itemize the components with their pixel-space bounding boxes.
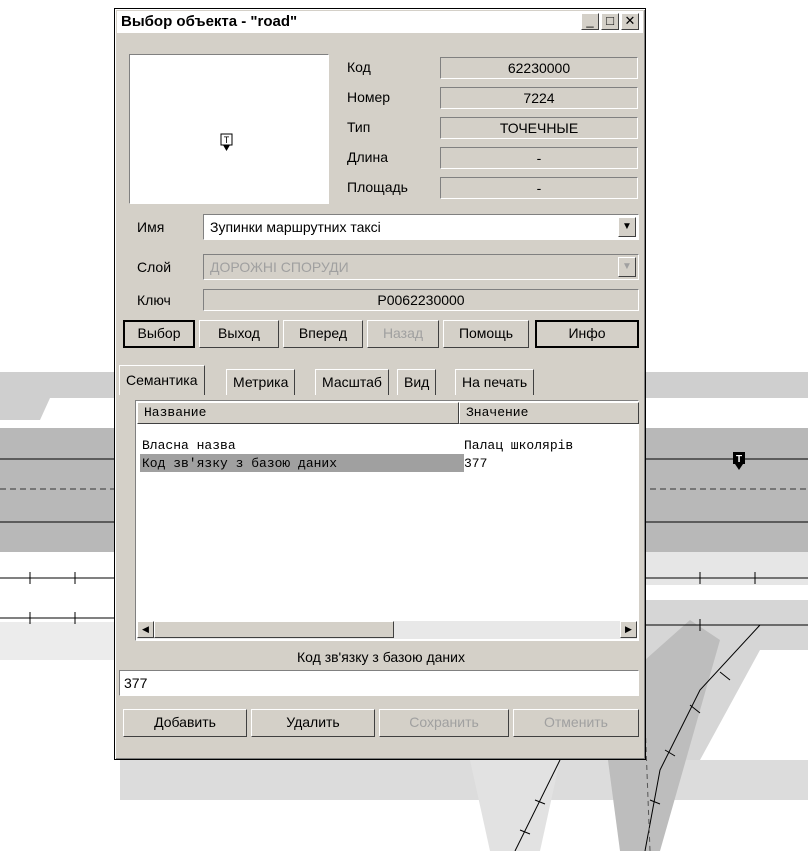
save-button: Сохранить [379,709,509,737]
layer-select-value: ДОРОЖНІ СПОРУДИ [210,259,349,275]
object-marker-icon: T [220,133,233,151]
close-button[interactable]: ✕ [621,13,639,30]
select-button[interactable]: Выбор [123,320,195,348]
type-label: Тип [347,119,371,135]
svg-text:T: T [224,135,230,145]
code-field: 62230000 [440,57,638,79]
key-field: P0062230000 [203,289,639,311]
object-selection-dialog: Выбор объекта - "road" _ □ ✕ T Код 62230… [114,8,646,760]
tab-scale[interactable]: Масштаб [315,369,389,395]
name-label: Имя [137,219,165,235]
title-bar[interactable]: Выбор объекта - "road" _ □ ✕ [117,11,643,33]
area-field: - [440,177,638,199]
tab-view[interactable]: Вид [397,369,437,395]
key-label: Ключ [137,292,171,308]
table-row-value[interactable]: 377 [464,456,487,471]
code-label: Код [347,59,371,75]
help-button[interactable]: Помощь [443,320,529,348]
area-label: Площадь [347,179,408,195]
layer-select: ДОРОЖНІ СПОРУДИ ▼ [203,254,639,280]
add-button[interactable]: Добавить [123,709,247,737]
cancel-button: Отменить [513,709,639,737]
length-label: Длина [347,149,388,165]
name-select[interactable]: Зупинки маршрутних таксі ▼ [203,214,639,240]
info-button[interactable]: Инфо [535,320,639,348]
table-header: Название Значение [137,402,639,424]
window-title: Выбор объекта - "road" [121,13,298,30]
delete-button[interactable]: Удалить [251,709,375,737]
table-row-value[interactable]: Палац школярів [464,438,573,453]
number-field: 7224 [440,87,638,109]
minimize-button[interactable]: _ [581,13,599,30]
column-header-value[interactable]: Значение [459,402,639,424]
svg-text:T: T [736,454,742,465]
number-label: Номер [347,89,391,105]
layer-label: Слой [137,259,172,275]
semantics-table[interactable]: Название Значение Власна назва Палац шко… [135,400,639,641]
tab-semantics[interactable]: Семантика [119,365,205,395]
forward-button[interactable]: Вперед [283,320,363,348]
horizontal-scrollbar[interactable]: ◀ ▶ [137,621,637,639]
chevron-down-icon: ▼ [618,257,636,277]
table-row-name[interactable]: Власна назва [142,438,236,453]
back-button: Назад [367,320,439,348]
exit-button[interactable]: Выход [199,320,279,348]
scroll-thumb[interactable] [154,621,394,638]
tab-metrics[interactable]: Метрика [226,369,296,395]
maximize-button[interactable]: □ [601,13,619,30]
tab-print[interactable]: На печать [455,369,535,395]
value-editor-input[interactable]: 377 [119,670,639,696]
object-preview: T [129,54,329,204]
type-field: ТОЧЕЧНЫЕ [440,117,638,139]
column-header-name[interactable]: Название [137,402,459,424]
value-editor-label: Код зв'язку з базою даних [297,649,465,665]
scroll-left-icon[interactable]: ◀ [137,621,154,638]
length-field: - [440,147,638,169]
chevron-down-icon[interactable]: ▼ [618,217,636,237]
scroll-right-icon[interactable]: ▶ [620,621,637,638]
name-select-value: Зупинки маршрутних таксі [210,219,381,235]
table-row-name[interactable]: Код зв'язку з базою даних [142,456,337,471]
